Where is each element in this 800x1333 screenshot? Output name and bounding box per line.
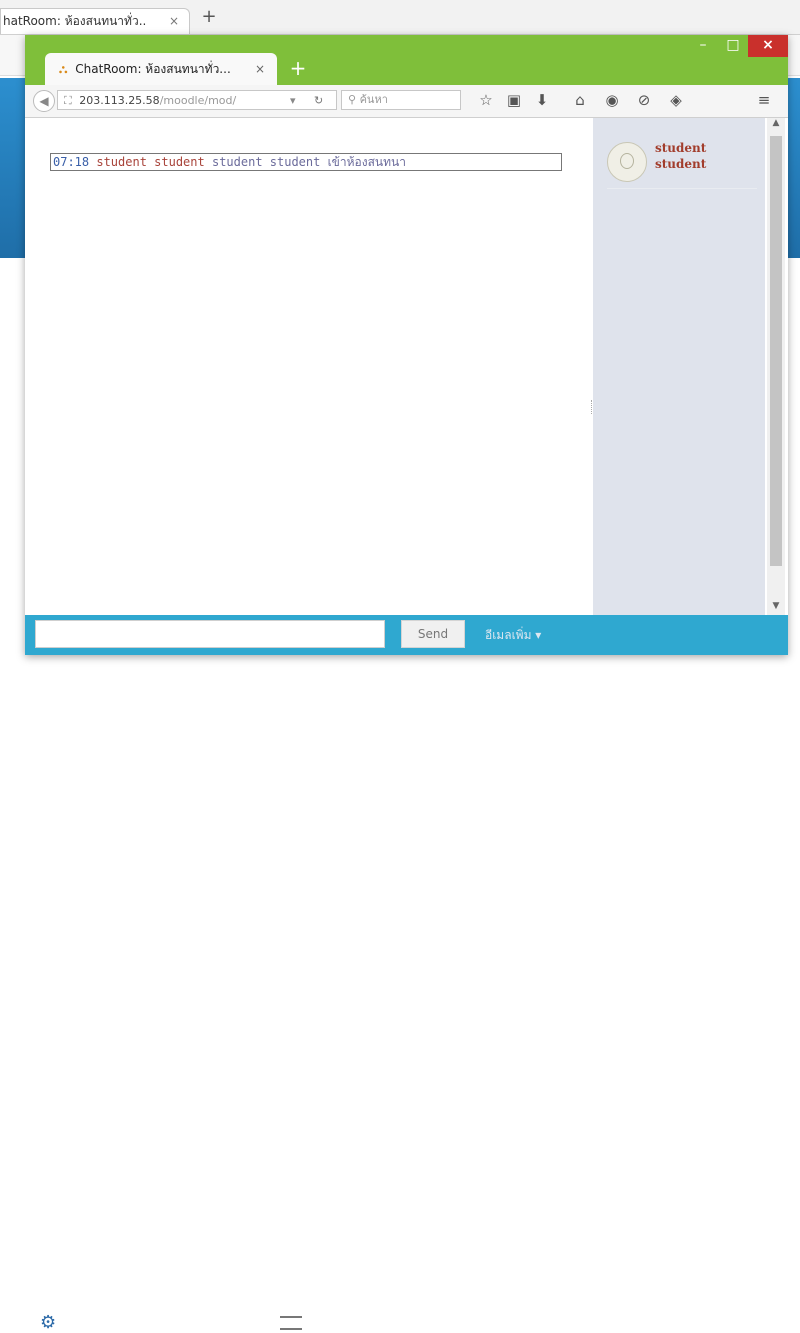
grid-icon[interactable] — [280, 1316, 302, 1330]
url-path: /moodle/mod/ — [159, 94, 237, 107]
sync-icon[interactable]: ⊘ — [635, 91, 653, 109]
url-host: 203.113.25.58 — [79, 94, 160, 107]
home-icon[interactable]: ⌂ — [571, 91, 589, 109]
download-icon[interactable]: ⬇ — [533, 91, 551, 109]
user-name[interactable]: student student — [655, 140, 735, 172]
message-input-bar: Send อีเมลเพิ่ม ▾ — [25, 615, 788, 655]
new-tab-button[interactable]: + — [285, 55, 311, 81]
user-list: student student — [593, 118, 765, 615]
background-tab-bar: hatRoom: ห้องสนทนาทั่ว.. × + — [0, 0, 800, 35]
navigation-toolbar: ◀ ⛶ 203.113.25.58/moodle/mod/ ▾ ↻ ⚲ ค้นห… — [25, 85, 788, 118]
chat-tab-title: ChatRoom: ห้องสนทนาทั่ว... — [75, 62, 231, 76]
message-text: student student เข้าห้องสนทนา — [211, 155, 406, 169]
url-bar[interactable]: ⛶ 203.113.25.58/moodle/mod/ ▾ ↻ — [57, 90, 337, 110]
scroll-down-arrow-icon[interactable]: ▼ — [767, 601, 785, 615]
window-controls: – □ × — [688, 35, 788, 57]
user-first-name: student — [655, 141, 707, 155]
scroll-up-arrow-icon[interactable]: ▲ — [767, 118, 785, 132]
more-options-link[interactable]: อีเมลเพิ่ม ▾ — [485, 626, 541, 645]
search-input[interactable]: ⚲ ค้นหา — [341, 90, 461, 110]
background-new-tab-button[interactable]: + — [196, 6, 222, 28]
message-sender: student student — [96, 155, 205, 169]
maximize-button[interactable]: □ — [718, 35, 748, 57]
background-tab-title: hatRoom: ห้องสนทนาทั่ว.. — [3, 14, 147, 28]
star-icon[interactable]: ☆ — [477, 91, 495, 109]
clipboard-icon[interactable]: ▣ — [505, 91, 523, 109]
send-button[interactable]: Send — [401, 620, 465, 648]
message-time: 07:18 — [53, 155, 90, 169]
scrollbar[interactable]: ▲ ▼ — [767, 118, 785, 615]
extension-icon[interactable]: ◈ — [667, 91, 685, 109]
avatar[interactable] — [607, 142, 647, 182]
minimize-button[interactable]: – — [688, 35, 718, 57]
chat-content-area: 07:18 student student student student เข… — [25, 118, 788, 615]
background-page-bottom: ⚙ — [0, 652, 800, 1333]
user-last-name: student — [655, 157, 707, 171]
chat-icon[interactable]: ◉ — [603, 91, 621, 109]
message-input[interactable] — [35, 620, 385, 648]
gear-icon[interactable]: ⚙ — [40, 1312, 56, 1333]
back-button[interactable]: ◀ — [33, 90, 55, 112]
close-window-button[interactable]: × — [748, 35, 788, 57]
site-info-icon[interactable]: ⛶ — [64, 94, 72, 107]
chat-tab[interactable]: ⛬ ChatRoom: ห้องสนทนาทั่ว... × — [45, 53, 277, 85]
url-dropdown-icon[interactable]: ▾ — [290, 91, 296, 109]
menu-icon[interactable]: ≡ — [755, 91, 773, 109]
user-list-item[interactable]: student student — [607, 140, 757, 189]
search-placeholder: ค้นหา — [359, 93, 388, 106]
close-icon[interactable]: × — [169, 9, 179, 33]
moodle-favicon-icon: ⛬ — [59, 62, 68, 76]
background-tab[interactable]: hatRoom: ห้องสนทนาทั่ว.. × — [0, 8, 190, 34]
scroll-thumb[interactable] — [770, 136, 782, 566]
close-icon[interactable]: × — [255, 53, 265, 85]
chat-message: 07:18 student student student student เข… — [50, 153, 562, 171]
search-icon: ⚲ — [348, 93, 357, 106]
reload-icon[interactable]: ↻ — [314, 91, 323, 109]
chat-popup-window: – □ × ⛬ ChatRoom: ห้องสนทนาทั่ว... × + ◀… — [25, 35, 788, 655]
